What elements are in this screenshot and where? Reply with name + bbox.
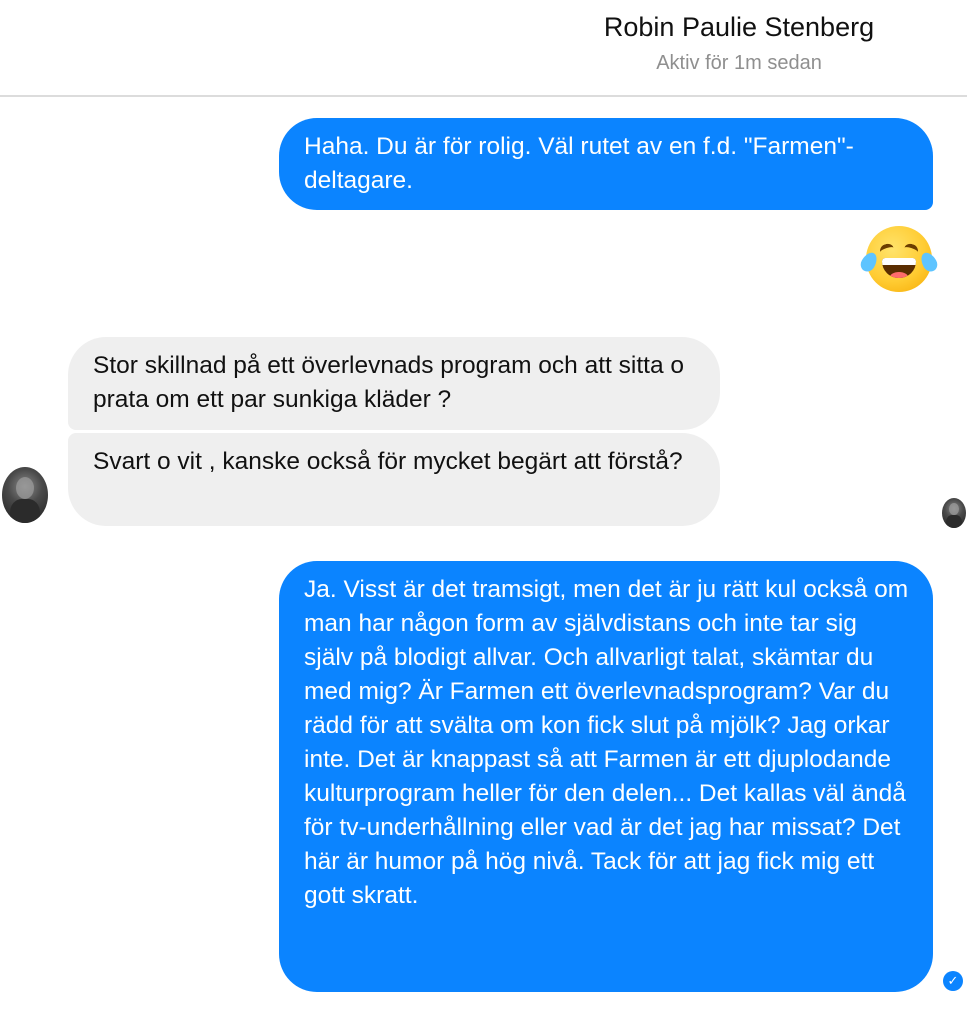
emoji-right-eye (902, 242, 920, 258)
incoming-message-bubble[interactable]: Stor skillnad på ett överlevnads program… (68, 337, 720, 430)
checkmark-circle-icon: ✓ (943, 971, 963, 991)
outgoing-message-bubble[interactable]: Ja. Visst är det tramsigt, men det är ju… (279, 561, 933, 992)
read-receipt-avatar (942, 498, 966, 528)
emoji-mouth (882, 258, 916, 278)
incoming-message-bubble[interactable]: Svart o vit , kanske också för mycket be… (68, 433, 720, 526)
outgoing-message-bubble[interactable]: Haha. Du är för rolig. Väl rutet av en f… (279, 118, 933, 210)
emoji-left-tear (857, 249, 881, 275)
face-with-tears-of-joy-icon[interactable] (857, 226, 941, 292)
contact-active-status: Aktiv för 1m sedan (656, 52, 822, 74)
contact-name[interactable]: Robin Paulie Stenberg (520, 12, 958, 43)
emoji-right-tear (917, 249, 941, 275)
emoji-left-eye (878, 242, 896, 258)
contact-avatar[interactable] (2, 467, 48, 523)
conversation-header: Robin Paulie Stenberg Aktiv för 1m sedan (0, 0, 967, 97)
